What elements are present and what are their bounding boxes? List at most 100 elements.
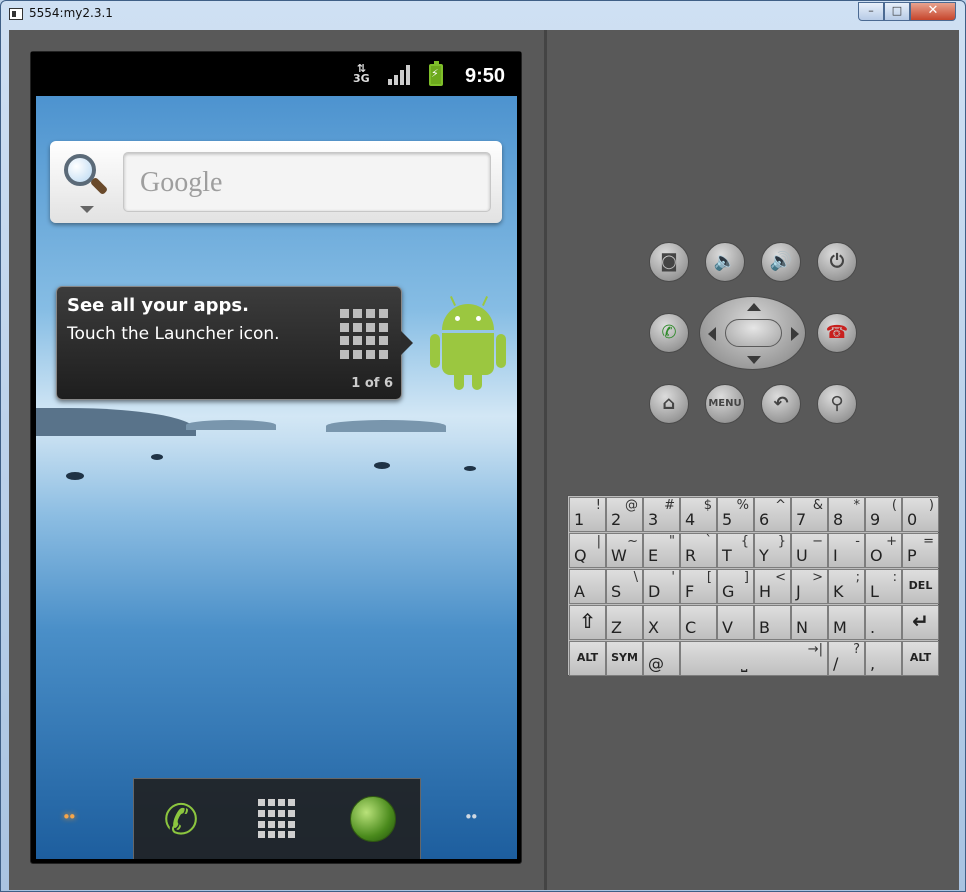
key-alt-label: $ [703, 498, 712, 513]
key-symbol[interactable]: , [865, 641, 902, 676]
key-label: Y [759, 546, 769, 565]
home-icon[interactable]: ⌂ [649, 384, 689, 424]
key-label: 9 [870, 510, 881, 529]
key-l[interactable]: L: [865, 569, 902, 604]
key-label: / [833, 654, 839, 673]
key-b[interactable]: B [754, 605, 791, 640]
key-p[interactable]: P = [902, 533, 939, 568]
key-t[interactable]: T{ [717, 533, 754, 568]
key-z[interactable]: Z [606, 605, 643, 640]
key-sym[interactable]: SYM [606, 641, 643, 676]
dock: ✆ [133, 778, 421, 859]
key-1[interactable]: 1! [569, 497, 606, 532]
volume-up-icon[interactable]: 🔊 [761, 242, 801, 282]
call-icon[interactable]: ✆ [649, 313, 689, 353]
key-label: 1 [574, 510, 585, 529]
key-k[interactable]: K; [828, 569, 865, 604]
key-f[interactable]: F[ [680, 569, 717, 604]
panel-divider [544, 30, 547, 890]
key-y[interactable]: Y} [754, 533, 791, 568]
key-symbol[interactable]: @ [643, 641, 680, 676]
shift-icon[interactable]: ⇧ [569, 605, 606, 640]
key-2[interactable]: 2 @ [606, 497, 643, 532]
search-icon[interactable] [64, 154, 109, 213]
wallpaper-mountain [36, 408, 196, 436]
key-alt[interactable]: ALT [569, 641, 606, 676]
key-4[interactable]: 4 $ [680, 497, 717, 532]
key-x[interactable]: X [643, 605, 680, 640]
key-h[interactable]: H < [754, 569, 791, 604]
key-label: F [685, 582, 695, 601]
volume-down-icon[interactable]: 🔈 [705, 242, 745, 282]
key-alt-label: - [855, 534, 860, 549]
key-label: 3 [648, 510, 659, 529]
key-j[interactable]: J > [791, 569, 828, 604]
key-3[interactable]: 3 # [643, 497, 680, 532]
key-i[interactable]: I- [828, 533, 865, 568]
dpad-down[interactable] [747, 356, 761, 364]
page-indicator-right[interactable]: •• [464, 808, 479, 826]
minimize-button[interactable]: – [858, 2, 884, 21]
key-r[interactable]: R ` [680, 533, 717, 568]
title-bar[interactable]: 5554:my2.3.1 – □ ✕ [1, 1, 966, 29]
key-label: O [870, 546, 883, 565]
key-a[interactable]: A [569, 569, 606, 604]
key-alt[interactable]: ALT [902, 641, 939, 676]
key-label: ALT [909, 651, 932, 664]
key-alt-label: ( [891, 498, 897, 513]
dpad-left[interactable] [708, 327, 716, 341]
launcher-icon[interactable] [258, 799, 298, 839]
close-button[interactable]: ✕ [910, 2, 956, 21]
back-icon[interactable]: ↶ [761, 384, 801, 424]
key-alt-label: : [892, 570, 897, 585]
dpad-right[interactable] [791, 327, 799, 341]
dpad[interactable] [699, 296, 806, 370]
key-0[interactable]: 0) [902, 497, 939, 532]
dpad-up[interactable] [747, 303, 761, 311]
key-alt-label: # [664, 498, 675, 513]
key-symbol[interactable]: /? [828, 641, 865, 676]
key-label: 4 [685, 510, 696, 529]
key-9[interactable]: 9( [865, 497, 902, 532]
camera-icon[interactable]: ◙ [649, 242, 689, 282]
end-call-icon[interactable]: ☎ [817, 313, 857, 353]
maximize-button[interactable]: □ [884, 2, 910, 21]
key-alt-label: * [853, 498, 861, 513]
del-icon[interactable]: DEL [902, 569, 939, 604]
page-indicator-left[interactable]: •• [62, 808, 77, 826]
search-input[interactable]: Google [123, 152, 491, 212]
key-d[interactable]: D ' [643, 569, 680, 604]
key-label: 8 [833, 510, 844, 529]
key-e[interactable]: E " [643, 533, 680, 568]
browser-icon[interactable] [350, 796, 396, 842]
key-u[interactable]: U − [791, 533, 828, 568]
key-s[interactable]: S \ [606, 569, 643, 604]
home-screen[interactable]: Google See all your apps. Touch the Laun… [36, 96, 517, 859]
phone-icon[interactable]: ✆ [156, 795, 206, 845]
key-symbol[interactable]: . [865, 605, 902, 640]
enter-icon[interactable]: ↵ [902, 605, 939, 640]
menu-button[interactable]: MENU [705, 384, 745, 424]
key-8[interactable]: 8 * [828, 497, 865, 532]
launcher-tip-bubble[interactable]: See all your apps. Touch the Launcher ic… [56, 286, 413, 400]
key-label: M [833, 618, 847, 637]
search-button-icon[interactable]: ⚲ [817, 384, 857, 424]
power-icon[interactable]: ⏻ [817, 242, 857, 282]
key-n[interactable]: N [791, 605, 828, 640]
key-c[interactable]: C [680, 605, 717, 640]
key-m[interactable]: M [828, 605, 865, 640]
wallpaper-rock [374, 462, 390, 469]
key-label: 0 [907, 510, 918, 529]
key-v[interactable]: V [717, 605, 754, 640]
key-5[interactable]: 5% [717, 497, 754, 532]
key-q[interactable]: Q | [569, 533, 606, 568]
key-7[interactable]: 7 & [791, 497, 828, 532]
google-search-widget[interactable]: Google [50, 141, 502, 223]
key-o[interactable]: O + [865, 533, 902, 568]
key-w[interactable]: W ~ [606, 533, 643, 568]
key-6[interactable]: 6 ^ [754, 497, 791, 532]
dpad-center[interactable] [725, 319, 782, 347]
network-label: 3G [353, 72, 370, 85]
space-key[interactable]: ⎵ →| [680, 641, 828, 676]
key-g[interactable]: G] [717, 569, 754, 604]
